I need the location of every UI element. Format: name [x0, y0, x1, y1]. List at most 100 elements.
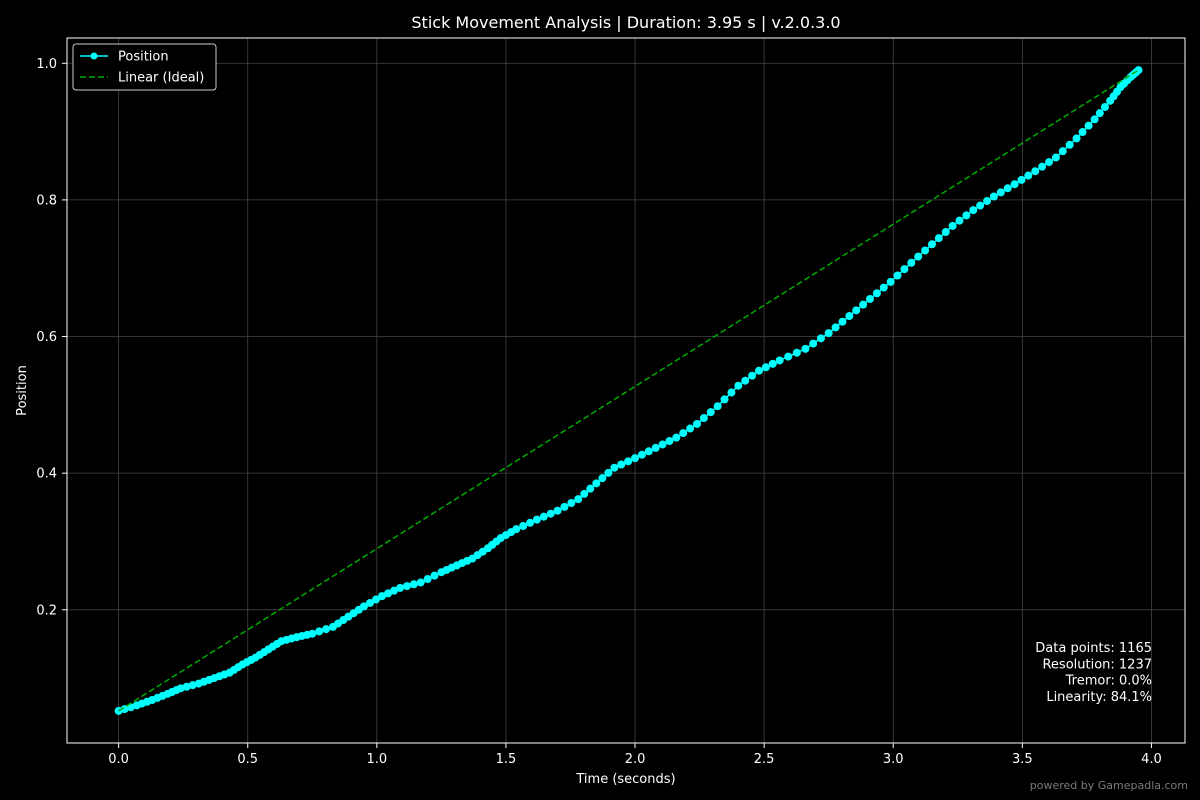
data-point-position — [824, 329, 833, 338]
marker-position — [741, 376, 750, 385]
legend-label: Position — [118, 50, 169, 65]
data-point-position — [308, 629, 317, 638]
marker-position — [962, 211, 971, 220]
legend-marker-position — [90, 52, 98, 60]
data-point-position — [775, 356, 784, 365]
y-tick-label: 0.2 — [36, 603, 57, 618]
marker-position — [1045, 158, 1054, 167]
stats-annotation: Tremor: 0.0% — [1065, 674, 1152, 689]
marker-position — [831, 323, 840, 332]
data-point-position — [592, 479, 601, 488]
marker-position — [872, 289, 881, 298]
data-point-position — [416, 578, 425, 587]
data-point-position — [532, 515, 541, 524]
data-point-position — [907, 258, 916, 267]
marker-position — [921, 246, 930, 255]
data-point-position — [672, 433, 681, 442]
marker-position — [976, 201, 985, 210]
marker-position — [539, 512, 548, 521]
data-point-position — [948, 221, 957, 230]
marker-position — [852, 306, 861, 315]
y-tick-label: 0.8 — [36, 193, 57, 208]
data-point-position — [1090, 115, 1099, 124]
data-point-position — [574, 495, 583, 504]
data-point-position — [734, 381, 743, 390]
marker-position — [315, 627, 324, 636]
marker-position — [809, 339, 818, 348]
marker-position — [1058, 147, 1067, 156]
marker-position — [859, 300, 868, 309]
data-point-position — [989, 192, 998, 201]
marker-position — [1084, 121, 1093, 130]
marker-position — [580, 489, 589, 498]
marker-position — [1100, 102, 1109, 111]
data-point-position — [865, 294, 874, 303]
data-point-position — [1072, 134, 1081, 143]
marker-position — [409, 580, 418, 589]
data-point-position — [1031, 167, 1040, 176]
data-point-position — [754, 366, 763, 375]
data-point-position — [631, 454, 640, 463]
data-point-position — [651, 443, 660, 452]
marker-position — [430, 571, 439, 580]
marker-position — [519, 521, 528, 530]
x-tick-label: 0.0 — [108, 752, 129, 767]
marker-position — [699, 414, 708, 423]
y-tick-label: 0.4 — [36, 467, 57, 482]
marker-position — [879, 283, 888, 292]
x-tick-label: 4.0 — [1141, 752, 1162, 767]
marker-position — [996, 188, 1005, 197]
marker-position — [665, 437, 674, 446]
x-tick-label: 1.5 — [496, 752, 517, 767]
marker-position — [604, 468, 613, 477]
x-axis-label: Time (seconds) — [575, 772, 675, 787]
x-tick-label: 3.0 — [883, 752, 904, 767]
marker-position — [658, 440, 667, 449]
marker-position — [893, 271, 902, 280]
chart: 0.0 0.5 1.0 1.5 2.0 2.5 3.0 3.5 4.0 0.2 0.4 0.6 0.8 1… — [0, 0, 1200, 800]
marker-position — [679, 429, 688, 438]
data-point-position — [1010, 180, 1019, 189]
marker-position — [706, 408, 715, 417]
marker-position — [816, 334, 825, 343]
data-point-position — [553, 506, 562, 515]
figure-background — [0, 0, 1200, 800]
x-tick-label: 2.0 — [625, 752, 646, 767]
marker-position — [644, 447, 653, 456]
x-tick-label: 1.0 — [366, 752, 387, 767]
x-tick-label: 0.5 — [237, 752, 258, 767]
marker-position — [402, 582, 411, 591]
marker-position — [838, 317, 847, 326]
marker-position — [720, 395, 729, 404]
x-tick-label: 3.5 — [1012, 752, 1033, 767]
data-point-position — [845, 312, 854, 321]
data-point-position — [396, 583, 405, 592]
marker-position — [900, 265, 909, 274]
marker-position — [1003, 184, 1012, 193]
marker-position — [792, 348, 801, 357]
stats-annotation: Data points: 1165 — [1035, 641, 1152, 656]
marker-position — [914, 252, 923, 261]
marker-position — [546, 509, 555, 518]
data-point-position — [713, 402, 722, 411]
marker-position — [1078, 128, 1087, 137]
legend-label: Linear (Ideal) — [118, 71, 204, 86]
data-point-position — [512, 525, 521, 534]
stats-annotation: Resolution: 1237 — [1042, 657, 1152, 672]
marker-position — [1095, 109, 1104, 118]
marker-position — [983, 197, 992, 206]
marker-position — [1024, 171, 1033, 180]
marker-position — [934, 234, 943, 243]
marker-position — [1065, 140, 1074, 149]
marker-position — [322, 625, 331, 634]
marker-position — [526, 518, 535, 527]
marker-position — [761, 363, 770, 372]
y-tick-label: 0.6 — [36, 330, 57, 345]
marker-position — [586, 484, 595, 493]
marker-position — [637, 450, 646, 459]
data-point-position — [886, 277, 895, 286]
marker-position — [624, 457, 633, 466]
marker-position — [768, 359, 777, 368]
chart-title: Stick Movement Analysis | Duration: 3.95… — [411, 13, 840, 32]
data-point-position — [969, 206, 978, 215]
